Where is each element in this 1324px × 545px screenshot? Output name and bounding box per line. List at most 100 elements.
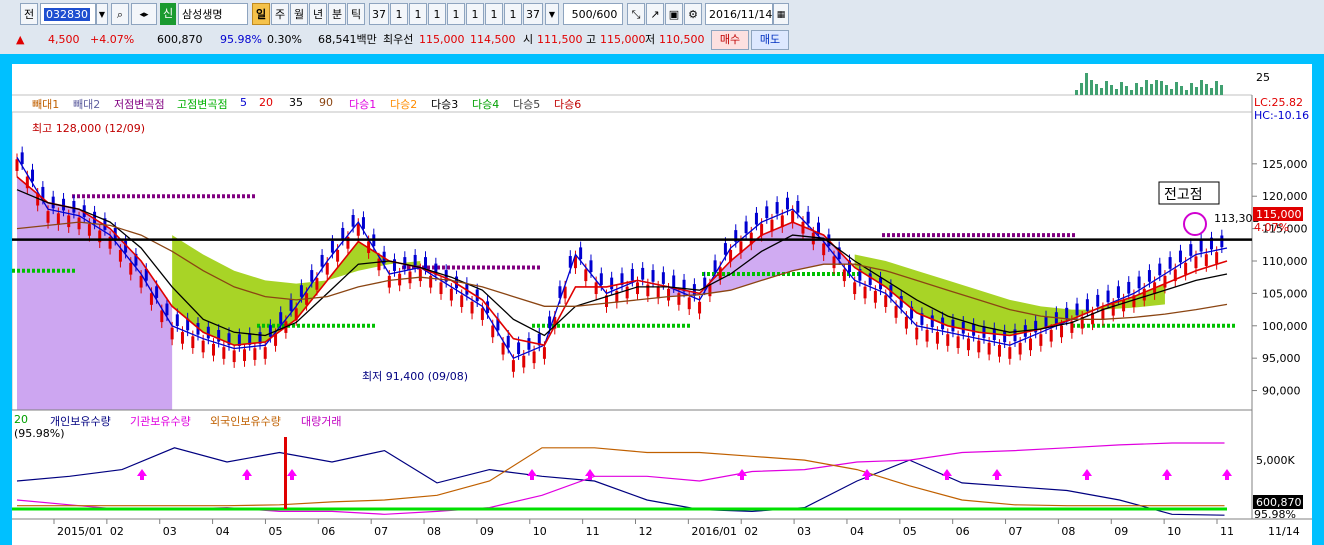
lower-legend-item[interactable]: 외국인보유수량 [210,413,281,429]
period-tick-button[interactable]: 틱 [347,3,365,25]
candle-body [1106,290,1110,303]
volume-bar [1120,82,1123,95]
toolbar-row-1: 전 032830 ▼ ⌕ ◂▸ 신 삼성생명 일 주 월 년 분 틱 37 1 … [0,3,1324,27]
x-tick-label: 2016/01 [691,525,737,538]
trend-tool-icon[interactable]: ↗ [646,3,664,25]
candle-body [1127,281,1131,294]
x-tick-label: 03 [163,525,177,538]
lower-legend-item[interactable]: 대량거래 [301,413,341,429]
legend-item[interactable]: 5 [240,96,247,109]
code-value: 032830 [44,8,90,21]
y-tick-label: 100,000 [1262,320,1308,333]
period-toggle[interactable]: 전 [20,3,38,25]
candle-body [392,259,396,271]
interval-box-5[interactable]: 1 [447,3,465,25]
candle-body [754,212,758,225]
candle-body [935,332,939,344]
candle-body [1116,286,1120,298]
candle-body [904,316,908,329]
legend-item[interactable]: 다승2 [390,96,417,112]
open-label: 시 [523,33,534,46]
interval-box-8[interactable]: 1 [504,3,522,25]
interval-box-9[interactable]: 37 [523,3,543,25]
candle-body [253,348,257,360]
save-icon[interactable]: ▣ [665,3,683,25]
interval-box-3[interactable]: 1 [409,3,427,25]
code-dropdown-button[interactable]: ▼ [96,3,108,25]
period-month-button[interactable]: 월 [290,3,308,25]
buy-button[interactable]: 매수 [711,30,749,50]
code-input[interactable]: 032830 [40,3,96,25]
legend-item[interactable]: 저점변곡점 [114,96,165,112]
candle-body [723,243,727,255]
volume-bar [1205,84,1208,95]
candle-body [1029,338,1033,351]
legend-item[interactable]: 35 [289,96,303,109]
legend-item[interactable]: 다승4 [472,96,499,112]
candle-body [842,269,846,282]
period-day-button[interactable]: 일 [252,3,270,25]
sell-button[interactable]: 매도 [751,30,789,50]
legend-item[interactable]: 고점변곡점 [177,96,228,112]
period-minute-button[interactable]: 분 [328,3,346,25]
candle-body [325,262,329,275]
legend-item[interactable]: 다승6 [554,96,581,112]
lower-legend-item[interactable]: 20 [14,413,28,426]
candle-body [532,351,536,364]
candle-body [62,198,66,211]
calendar-icon[interactable]: ▦ [773,3,789,25]
candle-body [289,299,293,311]
search-icon[interactable]: ⌕ [111,3,129,25]
legend-item[interactable]: 빼대1 [32,96,59,112]
legend-item[interactable]: 다승5 [513,96,540,112]
volume-bar [1185,90,1188,95]
lower-legend-item[interactable]: 기관보유수량 [130,413,191,429]
x-tick-label: 02 [110,525,124,538]
candle-body [987,342,991,355]
candle-body [822,243,826,256]
interval-box-6[interactable]: 1 [466,3,484,25]
candle-body [584,269,588,282]
candle-body [972,324,976,336]
x-tick-label: 09 [1114,525,1128,538]
y-tick-label: 125,000 [1262,158,1308,171]
draw-tool-icon[interactable]: ⤡ [627,3,645,25]
legend-item[interactable]: 20 [259,96,273,109]
candle-body [522,355,526,368]
period-week-button[interactable]: 주 [271,3,289,25]
candle-body [1096,294,1100,307]
settings-gear-icon[interactable]: ⚙ [684,3,702,25]
candle-body [863,286,867,299]
period-year-button[interactable]: 년 [309,3,327,25]
candle-body [1163,275,1167,288]
candle-body [930,315,934,328]
nav-arrows-icon[interactable]: ◂▸ [131,3,157,25]
interval-dropdown-button[interactable]: ▼ [545,3,559,25]
candle-body [925,329,929,342]
date-field[interactable]: 2016/11/14 [705,3,773,25]
volume-bar [1080,83,1083,95]
legend-item[interactable]: 다승3 [431,96,458,112]
count-field[interactable]: 500/600 [563,3,623,25]
interval-box-1[interactable]: 37 [369,3,389,25]
price-chart[interactable]: 25 90,00095,000100,000105,000110,000115,… [12,64,1312,545]
candle-body [1075,303,1079,316]
legend-item[interactable]: 빼대2 [73,96,100,112]
candle-body [1178,250,1182,263]
legend-item[interactable]: 다승1 [349,96,376,112]
interval-box-4[interactable]: 1 [428,3,446,25]
interval-box-2[interactable]: 1 [390,3,408,25]
candle-body [1158,263,1162,276]
candle-body [299,285,303,297]
legend-item[interactable]: 90 [319,96,333,109]
volume-bar [1100,88,1103,95]
volume-bar [1190,83,1193,95]
volume-bar [1075,90,1078,95]
candle-body [1003,330,1007,343]
interval-box-7[interactable]: 1 [485,3,503,25]
candle-body [1220,235,1224,248]
candle-body [460,295,464,307]
amount-value: 68,541백만 [318,33,377,46]
candle-body [129,262,133,275]
stock-name-field[interactable]: 삼성생명 [178,3,248,25]
